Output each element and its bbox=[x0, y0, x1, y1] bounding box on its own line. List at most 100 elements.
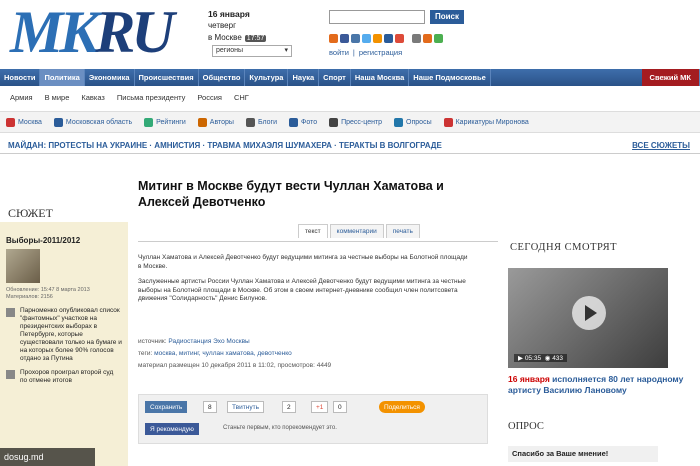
nav-special[interactable]: Свежий МК bbox=[641, 69, 700, 86]
gplus-button[interactable]: +1 bbox=[311, 401, 329, 413]
tags-links[interactable]: москва, митинг, чуллан хаматова, девотче… bbox=[154, 350, 292, 357]
gplus-icon[interactable] bbox=[395, 34, 404, 43]
register-link[interactable]: регистрация bbox=[359, 48, 402, 57]
section-link[interactable]: Опросы bbox=[394, 117, 432, 127]
section-link[interactable]: Блоги bbox=[245, 117, 278, 127]
chevron-down-icon: ▾ bbox=[284, 47, 288, 54]
twitter-icon[interactable] bbox=[362, 34, 371, 43]
section-icon bbox=[245, 117, 255, 127]
article-title: Митинг в Москве будут вести Чуллан Хамат… bbox=[138, 179, 444, 209]
story-count: Материалов: 2156 bbox=[6, 294, 53, 300]
nav-item[interactable]: Общество bbox=[199, 69, 246, 86]
tab-print[interactable]: печать bbox=[385, 224, 420, 238]
tweet-button[interactable]: Твитнуть bbox=[227, 401, 264, 413]
section-icon bbox=[6, 117, 15, 127]
play-icon[interactable] bbox=[572, 296, 606, 330]
tab-comments[interactable]: комментарии bbox=[329, 224, 384, 238]
vk-icon[interactable] bbox=[351, 34, 360, 43]
save-count: 8 bbox=[203, 401, 217, 413]
caption-date: 16 января bbox=[508, 374, 550, 384]
nav-item[interactable]: Происшествия bbox=[135, 69, 199, 86]
subnav-item[interactable]: Кавказ bbox=[81, 90, 105, 106]
all-stories-link[interactable]: ВСЕ СЮЖЕТЫ bbox=[632, 137, 690, 154]
nav-item[interactable]: Наша Москва bbox=[351, 69, 410, 86]
source-label: источник: bbox=[138, 338, 167, 345]
tab-text[interactable]: текст bbox=[298, 224, 328, 238]
section-link[interactable]: Московская область bbox=[53, 117, 133, 127]
section-link[interactable]: Фото bbox=[289, 117, 318, 127]
search-input[interactable] bbox=[329, 10, 425, 24]
list-item[interactable]: Прохоров проиграл второй суд по отмене и… bbox=[0, 369, 128, 391]
trending-list[interactable]: МАЙДАН: ПРОТЕСТЫ НА УКРАИНЕ · АМНИСТИЯ ·… bbox=[8, 141, 442, 150]
story-heading: СЮЖЕТ bbox=[0, 200, 128, 222]
section-label: Пресс-центр bbox=[341, 118, 383, 126]
section-icon bbox=[53, 117, 63, 127]
save-button[interactable]: Сохранить bbox=[145, 401, 188, 413]
nav-item[interactable]: Политика bbox=[40, 69, 85, 86]
share-button[interactable]: Поделиться bbox=[379, 401, 425, 413]
nav-item[interactable]: Наше Подмосковье bbox=[409, 69, 491, 86]
section-icon bbox=[394, 117, 404, 127]
section-label: Москва bbox=[18, 118, 42, 126]
article-source: источник: Радиостанция Эхо Москвы bbox=[138, 338, 250, 345]
city: в Москве bbox=[208, 33, 242, 42]
facebook-recommend-button[interactable]: Я рекомендую bbox=[145, 423, 199, 435]
article-tabs: текст комментарии печать bbox=[298, 224, 422, 238]
subnav-item[interactable]: В мире bbox=[45, 90, 70, 106]
section-label: Фото bbox=[301, 118, 318, 126]
subnav-item[interactable]: Письма президенту bbox=[117, 90, 185, 106]
article-body: Заслуженные артисты России Чуллан Хамато… bbox=[138, 278, 466, 302]
nav-item[interactable]: Новости bbox=[0, 69, 41, 86]
weekday: четверг bbox=[208, 21, 236, 30]
section-link[interactable]: Москва bbox=[6, 117, 42, 127]
subnav-item[interactable]: Россия bbox=[197, 90, 222, 106]
section-link[interactable]: Рейтинги bbox=[144, 117, 186, 127]
current-date: 16 января bbox=[208, 9, 250, 19]
mobile-icon[interactable] bbox=[412, 34, 421, 43]
video-caption[interactable]: 16 января исполняется 80 лет народному а… bbox=[508, 374, 688, 396]
video-views: 433 bbox=[552, 355, 564, 362]
subnav-item[interactable]: Армия bbox=[10, 90, 33, 106]
region-select[interactable]: регионы ▾ bbox=[212, 45, 292, 57]
login-link[interactable]: войти bbox=[329, 48, 349, 57]
story-updated: Обновление: 15:47 8 марта 2013 bbox=[6, 287, 90, 293]
section-link[interactable]: Пресс-центр bbox=[329, 117, 383, 127]
trending-topics: МАЙДАН: ПРОТЕСТЫ НА УКРАИНЕ · АМНИСТИЯ ·… bbox=[0, 137, 700, 154]
list-item[interactable]: Парноменко опубликовал список "фантомных… bbox=[0, 307, 128, 369]
section-label: Блоги bbox=[257, 118, 278, 126]
video-player[interactable]: ▶ 05:35 ◉ 433 bbox=[508, 268, 668, 368]
livejournal-icon[interactable] bbox=[384, 34, 393, 43]
rss-icon[interactable] bbox=[329, 34, 338, 43]
site-logo[interactable]: MKRU bbox=[10, 2, 195, 64]
section-link[interactable]: Карикатуры Миронова bbox=[443, 117, 529, 127]
odnoklassniki-icon[interactable] bbox=[373, 34, 382, 43]
feed-icon[interactable] bbox=[423, 34, 432, 43]
section-label: Авторы bbox=[209, 118, 234, 126]
section-link[interactable]: Авторы bbox=[197, 117, 234, 127]
app-icon[interactable] bbox=[434, 34, 443, 43]
trending-heading: СЕГОДНЯ СМОТРЯТ bbox=[510, 242, 618, 253]
source-link[interactable]: Радиостанция Эхо Москвы bbox=[168, 338, 249, 345]
tags-label: теги: bbox=[138, 350, 153, 357]
nav-item[interactable]: Наука bbox=[288, 69, 320, 86]
article-tags: теги: москва, митинг, чуллан хаматова, д… bbox=[138, 350, 292, 357]
nav-item[interactable]: Спорт bbox=[319, 69, 351, 86]
story-item-text: Парноменко опубликовал список "фантомных… bbox=[20, 307, 122, 362]
section-icon bbox=[289, 117, 299, 127]
facebook-icon[interactable] bbox=[340, 34, 349, 43]
article: Митинг в Москве будут вести Чуллан Хамат… bbox=[138, 178, 498, 444]
nav-item[interactable]: Экономика bbox=[85, 69, 135, 86]
subnav-item[interactable]: СНГ bbox=[234, 90, 249, 106]
nav-item[interactable]: Культура bbox=[245, 69, 289, 86]
story-topic[interactable]: Выборы-2011/2012 bbox=[0, 222, 128, 249]
document-icon bbox=[6, 370, 15, 379]
story-thumbnail[interactable] bbox=[6, 249, 40, 283]
watermark: dosug.md bbox=[0, 448, 95, 466]
section-label: Рейтинги bbox=[156, 118, 186, 126]
section-icon bbox=[197, 117, 207, 127]
search-button[interactable]: Поиск bbox=[430, 10, 464, 24]
gplus-count: 0 bbox=[333, 401, 347, 413]
date-block: 16 января четверг в Москве 17:57 bbox=[208, 8, 267, 45]
section-label: Московская область bbox=[65, 118, 133, 126]
poll-message: Спасибо за Ваше мнение! bbox=[508, 446, 658, 462]
